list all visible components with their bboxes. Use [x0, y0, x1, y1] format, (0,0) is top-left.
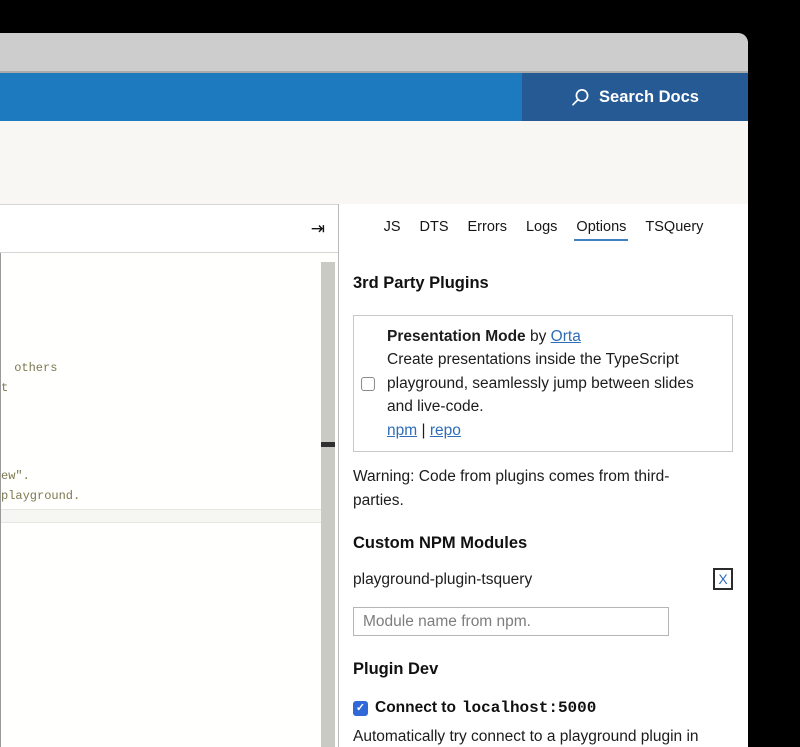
plugin-description-line: and live-code.	[387, 395, 694, 419]
screen: Search Docs ⇥ others t ew". playground.	[0, 0, 800, 747]
code-fragment: ew".	[1, 469, 30, 483]
sidebar-tabs: JS DTS Errors Logs Options TSQuery	[339, 218, 748, 241]
plugin-title: Presentation Mode	[387, 328, 526, 345]
plugin-card: Presentation Mode by Orta Create present…	[353, 315, 733, 452]
dev-desc-line: Automatically try connect to a playgroun…	[353, 725, 699, 747]
dock-sidebar-icon[interactable]: ⇥	[311, 220, 325, 237]
tab-dts[interactable]: DTS	[417, 218, 450, 241]
connect-label: Connect to	[375, 699, 456, 717]
code-fragment: others	[7, 361, 57, 375]
search-docs-button[interactable]: Search Docs	[522, 73, 748, 121]
plugin-links-line: npm | repo	[387, 419, 694, 443]
plugin-enable-checkbox[interactable]	[361, 377, 375, 391]
connect-host: localhost:5000	[462, 699, 596, 717]
plugin-title-line: Presentation Mode by Orta	[387, 325, 694, 349]
browser-window: Search Docs ⇥ others t ew". playground.	[0, 33, 748, 747]
plugin-by-label: by	[530, 328, 546, 345]
third-party-plugins-heading: 3rd Party Plugins	[353, 274, 489, 293]
page-body: ⇥ others t ew". playground. JS DTS	[0, 156, 748, 747]
scrollbar-cursor-mark	[321, 442, 335, 447]
plugin-link-separator: |	[421, 422, 425, 439]
tab-tsquery[interactable]: TSQuery	[643, 218, 705, 241]
plugin-description-line: playground, seamlessly jump between slid…	[387, 372, 694, 396]
editor-toolbar: ⇥	[0, 204, 338, 253]
code-editor[interactable]: others t ew". playground.	[0, 253, 338, 747]
editor-pane: ⇥ others t ew". playground.	[0, 204, 338, 747]
plugin-dev-description: Automatically try connect to a playgroun…	[353, 725, 699, 747]
custom-npm-modules-heading: Custom NPM Modules	[353, 534, 527, 553]
site-header: Search Docs	[0, 73, 748, 121]
module-name-input[interactable]	[353, 607, 669, 636]
tab-options[interactable]: Options	[574, 218, 628, 241]
playground-sidebar: JS DTS Errors Logs Options TSQuery 3rd P…	[338, 204, 748, 747]
plugin-description-line: Create presentations inside the TypeScri…	[387, 348, 694, 372]
tab-logs[interactable]: Logs	[524, 218, 559, 241]
remove-module-button[interactable]: X	[713, 568, 733, 590]
current-line-highlight	[1, 509, 322, 523]
plugin-dev-heading: Plugin Dev	[353, 660, 438, 679]
plugins-warning-text: Warning: Code from plugins comes from th…	[353, 465, 669, 513]
search-docs-label: Search Docs	[599, 88, 699, 107]
plugin-repo-link[interactable]: repo	[430, 422, 461, 439]
plugin-author-link[interactable]: Orta	[551, 328, 581, 345]
custom-module-name: playground-plugin-tsquery	[353, 571, 532, 589]
plugin-card-text: Presentation Mode by Orta Create present…	[387, 325, 694, 443]
warning-line: Warning: Code from plugins comes from th…	[353, 465, 669, 489]
search-icon	[571, 88, 590, 107]
connect-localhost-row: ✓ Connect to localhost:5000	[353, 699, 596, 717]
connect-localhost-checkbox[interactable]: ✓	[353, 701, 368, 716]
tab-js[interactable]: JS	[382, 218, 403, 241]
tab-errors[interactable]: Errors	[465, 218, 508, 241]
warning-line: parties.	[353, 489, 669, 513]
code-fragment: playground.	[1, 489, 80, 503]
code-fragment: t	[1, 381, 8, 395]
plugin-npm-link[interactable]: npm	[387, 422, 417, 439]
window-titlebar	[0, 33, 748, 73]
editor-scrollbar[interactable]	[321, 262, 335, 747]
